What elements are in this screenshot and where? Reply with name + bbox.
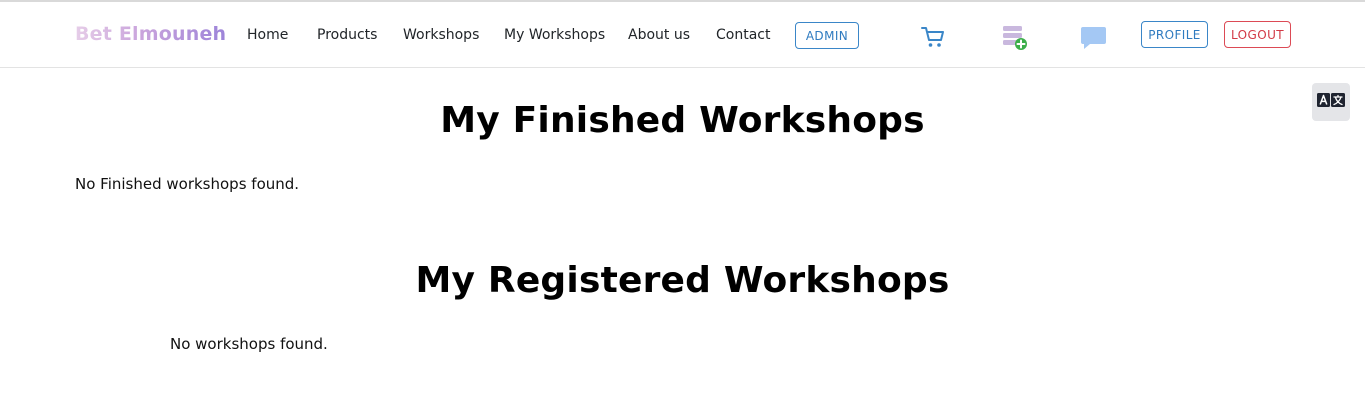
brand-logo[interactable]: Bet Elmouneh: [75, 23, 226, 45]
cart-icon[interactable]: [920, 24, 946, 50]
nav-link-about-us[interactable]: About us: [628, 27, 690, 43]
chat-icon[interactable]: [1080, 25, 1107, 51]
nav-link-products[interactable]: Products: [317, 27, 377, 43]
nav-link-home[interactable]: Home: [247, 27, 288, 43]
finished-empty-message: No Finished workshops found.: [75, 175, 300, 193]
nav-link-contact[interactable]: Contact: [716, 27, 770, 43]
top-border: [0, 0, 1365, 2]
nav-link-workshops[interactable]: Workshops: [403, 27, 479, 43]
profile-button[interactable]: PROFILE: [1141, 21, 1208, 48]
nav-link-my-workshops[interactable]: My Workshops: [504, 27, 605, 43]
finished-workshops-title: My Finished Workshops: [440, 100, 925, 141]
logout-button[interactable]: LOGOUT: [1224, 21, 1291, 48]
admin-button[interactable]: ADMIN: [795, 22, 859, 49]
navbar: Bet Elmouneh Home Products Workshops My …: [0, 3, 1365, 68]
add-to-list-icon[interactable]: [1001, 24, 1029, 52]
registered-workshops-title: My Registered Workshops: [415, 260, 950, 301]
registered-empty-message: No workshops found.: [170, 335, 328, 353]
